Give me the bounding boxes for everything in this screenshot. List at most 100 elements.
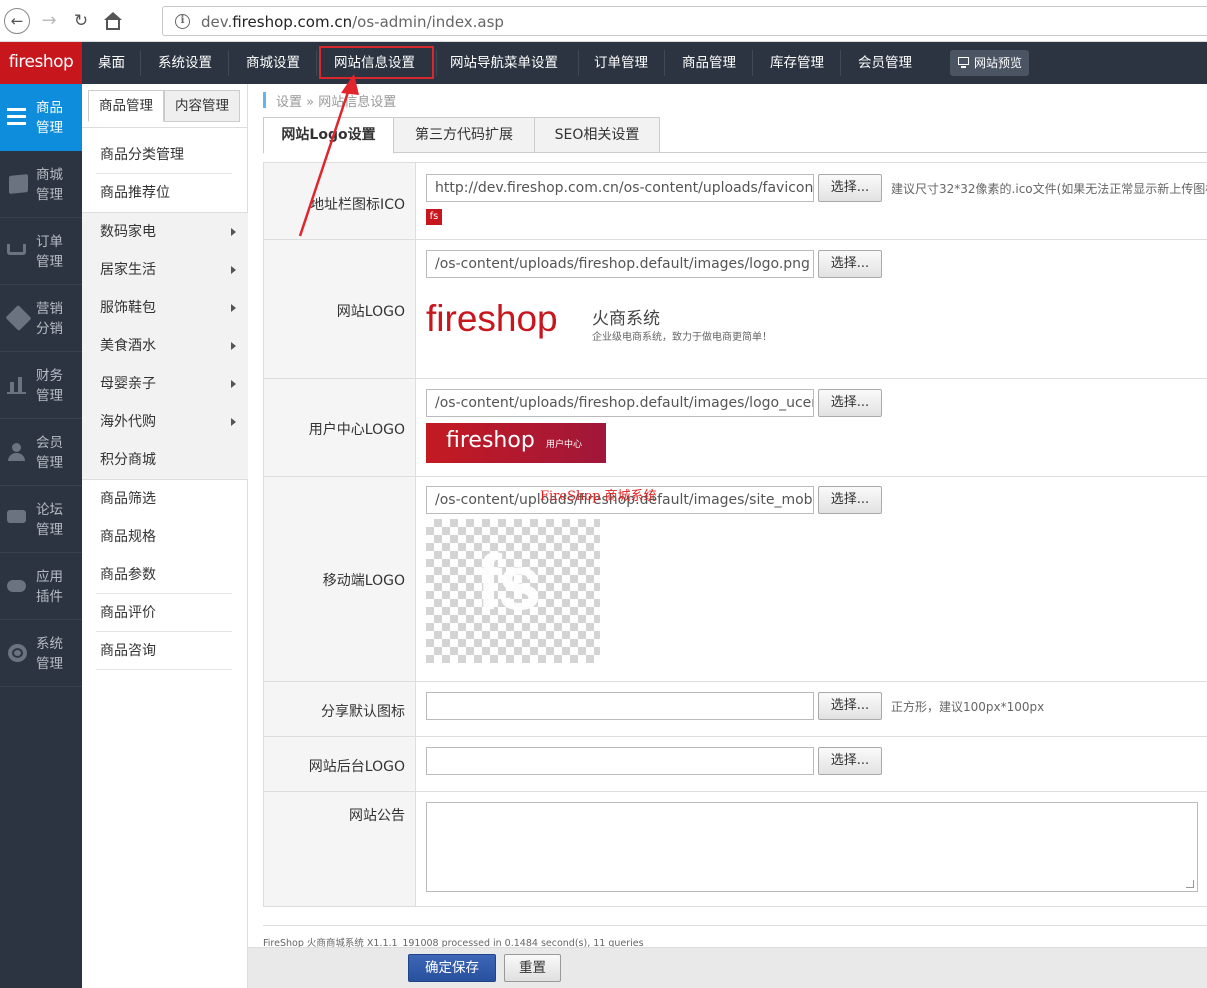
resize-grip-icon[interactable]	[1186, 880, 1194, 888]
site-logo-select-button[interactable]: 选择...	[818, 250, 882, 278]
sidebar-item-members[interactable]: 会员管理	[0, 419, 82, 486]
topnav-inventory[interactable]: 库存管理	[770, 42, 824, 84]
share-icon-select-button[interactable]: 选择...	[818, 692, 882, 720]
tag-icon	[5, 304, 32, 332]
sidebar-item-label: 财务管理	[36, 368, 63, 404]
sidebar-item-products[interactable]: 商品管理	[0, 84, 82, 151]
logo-wordmark: fireshop	[426, 298, 558, 339]
nav-divider	[752, 50, 753, 76]
row-label: 网站LOGO	[264, 240, 416, 378]
favicon-select-button[interactable]: 选择...	[818, 174, 882, 202]
app-root: ← → ↻ i dev.fireshop.com.cn/os-admin/ind…	[0, 0, 1207, 988]
ucenter-logo-sub: 用户中心	[546, 440, 583, 450]
topnav-desktop[interactable]: 桌面	[98, 42, 125, 84]
back-icon[interactable]: ←	[4, 8, 30, 34]
chevron-right-icon	[231, 418, 236, 426]
topnav-mall-settings[interactable]: 商城设置	[246, 42, 300, 84]
url-text[interactable]: dev.fireshop.com.cn/os-admin/index.asp	[201, 13, 504, 31]
bar-chart-icon	[7, 376, 26, 394]
category-item-label: 母婴亲子	[100, 376, 156, 392]
share-icon-label: 分享默认图标	[321, 704, 405, 720]
topnav-members[interactable]: 会员管理	[858, 42, 912, 84]
admin-logo-select-button[interactable]: 选择...	[818, 747, 882, 775]
category-item[interactable]: 商品评价	[82, 594, 248, 632]
nav-divider	[316, 50, 317, 76]
site-preview-button[interactable]: 网站预览	[950, 50, 1029, 76]
share-icon-url-field[interactable]	[426, 692, 814, 720]
tab-third-party-code[interactable]: 第三方代码扩展	[393, 117, 535, 153]
category-item[interactable]: 母婴亲子	[82, 365, 248, 403]
info-icon[interactable]: i	[175, 14, 190, 29]
category-panel: 商品管理 内容管理 商品分类管理 商品推荐位 数码家电 居家生活 服饰鞋包 美食…	[82, 84, 248, 988]
address-bar[interactable]: i dev.fireshop.com.cn/os-admin/index.asp	[162, 6, 1207, 36]
category-item[interactable]: 居家生活	[82, 251, 248, 289]
home-icon[interactable]	[100, 8, 126, 34]
action-bar: 确定保存 重置	[248, 947, 1207, 988]
chevron-right-icon	[231, 266, 236, 274]
category-item[interactable]: 美食酒水	[82, 327, 248, 365]
sidebar-item-orders[interactable]: 订单管理	[0, 218, 82, 285]
site-notice-row: 网站公告	[263, 791, 1207, 907]
ucenter-logo-select-button[interactable]: 选择...	[818, 389, 882, 417]
sidebar-item-system[interactable]: 系统管理	[0, 620, 82, 687]
mobile-logo-label: 移动端LOGO	[322, 573, 405, 589]
chevron-right-icon	[231, 380, 236, 388]
category-item-label: 商品筛选	[100, 491, 156, 507]
category-item[interactable]: 商品筛选	[82, 480, 248, 518]
category-item-label: 商品评价	[100, 605, 156, 621]
tab-logo-settings[interactable]: 网站Logo设置	[263, 117, 394, 154]
favicon-row: 地址栏图标ICO http://dev.fireshop.com.cn/os-c…	[263, 162, 1207, 240]
divider	[96, 669, 232, 670]
site-logo-url-field[interactable]: /os-content/uploads/fireshop.default/ima…	[426, 250, 814, 278]
topnav-products[interactable]: 商品管理	[682, 42, 736, 84]
breadcrumb-root[interactable]: 设置	[276, 95, 302, 110]
sidebar-item-label: 营销分销	[36, 301, 63, 337]
category-item[interactable]: 商品参数	[82, 556, 248, 594]
site-notice-textarea[interactable]	[426, 802, 1198, 892]
sidebar-item-mall[interactable]: 商城管理	[0, 151, 82, 218]
category-tabs: 商品管理 内容管理	[82, 84, 248, 128]
sidebar-item-label: 商城管理	[36, 167, 63, 203]
tab-seo-settings[interactable]: SEO相关设置	[534, 117, 660, 153]
category-item-label: 商品规格	[100, 529, 156, 545]
reset-button[interactable]: 重置	[504, 954, 561, 982]
reload-icon[interactable]: ↻	[68, 8, 94, 34]
category-item[interactable]: 数码家电	[82, 213, 248, 251]
ucenter-logo-url-field[interactable]: /os-content/uploads/fireshop.default/ima…	[426, 389, 814, 417]
category-item[interactable]: 商品推荐位	[82, 174, 248, 212]
site-notice-label: 网站公告	[349, 808, 405, 824]
category-item[interactable]: 海外代购	[82, 403, 248, 441]
brand-logo[interactable]: fireshop	[0, 42, 82, 84]
sidebar-item-forum[interactable]: 论坛管理	[0, 486, 82, 553]
category-item-label: 商品咨询	[100, 643, 156, 659]
admin-logo-url-field[interactable]	[426, 747, 814, 775]
sidebar-item-label: 应用插件	[36, 569, 63, 605]
topnav-system-settings[interactable]: 系统设置	[158, 42, 212, 84]
favicon-url-field[interactable]: http://dev.fireshop.com.cn/os-content/up…	[426, 174, 814, 202]
row-label: 网站公告	[264, 792, 416, 906]
tab-product-management[interactable]: 商品管理	[88, 90, 164, 122]
category-item-label: 居家生活	[100, 262, 156, 278]
tab-content-management[interactable]: 内容管理	[164, 90, 240, 122]
category-item[interactable]: 服饰鞋包	[82, 289, 248, 327]
category-item-label: 美食酒水	[100, 338, 156, 354]
mobile-logo-mark: fs	[476, 538, 541, 626]
logo-slogan: 企业级电商系统，致力于做电商更简单！	[592, 332, 772, 343]
sidebar-item-plugins[interactable]: 应用插件	[0, 553, 82, 620]
save-button[interactable]: 确定保存	[408, 954, 496, 982]
main-content: 设置 » 网站信息设置 网站Logo设置 第三方代码扩展 SEO相关设置 地址栏…	[248, 84, 1207, 988]
sidebar-item-finance[interactable]: 财务管理	[0, 352, 82, 419]
divider	[263, 925, 1207, 926]
sidebar-item-marketing[interactable]: 营销分销	[0, 285, 82, 352]
mobile-logo-select-button[interactable]: 选择...	[818, 486, 882, 514]
category-item[interactable]: 商品规格	[82, 518, 248, 556]
category-item[interactable]: 积分商城	[82, 441, 248, 479]
category-item[interactable]: 商品分类管理	[82, 136, 248, 174]
category-item[interactable]: 商品咨询	[82, 632, 248, 670]
topnav-nav-menu[interactable]: 网站导航菜单设置	[450, 42, 558, 84]
topnav-orders[interactable]: 订单管理	[594, 42, 648, 84]
sidebar-item-label: 会员管理	[36, 435, 63, 471]
breadcrumb-marker	[263, 92, 266, 108]
category-item-label: 商品分类管理	[100, 147, 184, 163]
forward-icon[interactable]: →	[36, 8, 62, 34]
